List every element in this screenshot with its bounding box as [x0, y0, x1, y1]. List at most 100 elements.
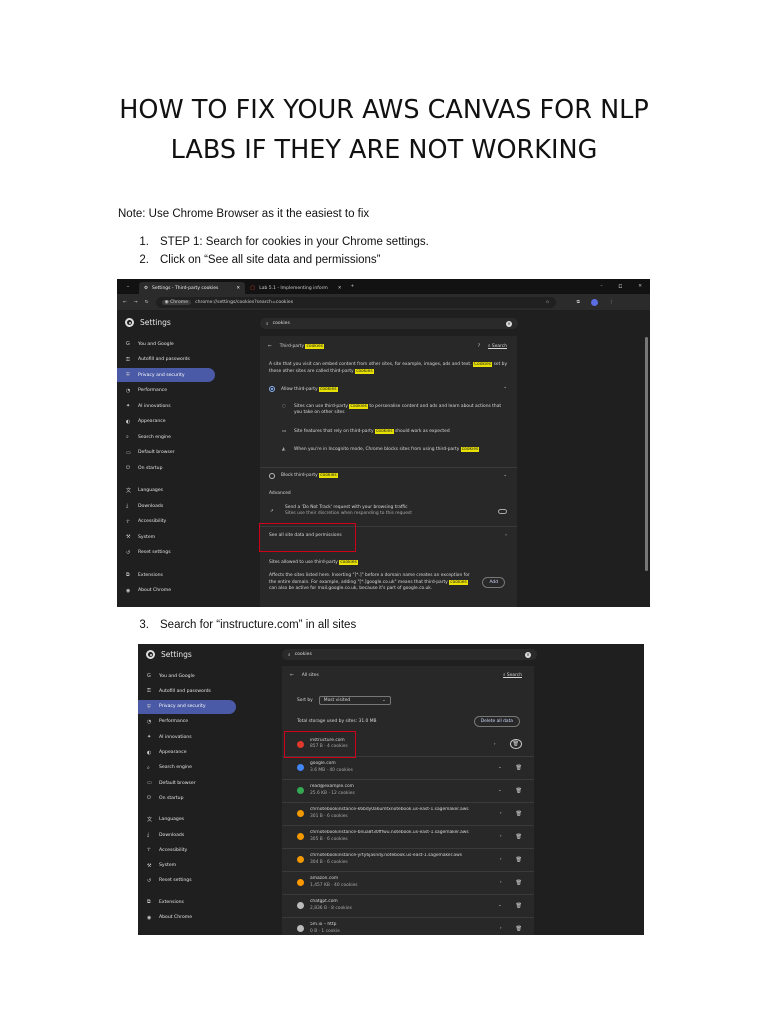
- delete-site-icon[interactable]: 🗑: [516, 788, 522, 794]
- site-row[interactable]: chrnotebookinstance-yrty6jasndy.notebook…: [282, 848, 534, 870]
- new-tab-icon[interactable]: +: [351, 284, 355, 289]
- sidebar-item-system[interactable]: ⚒ System: [117, 530, 155, 544]
- extensions-icon[interactable]: ⧉: [577, 299, 580, 305]
- delete-site-icon[interactable]: 🗑: [516, 857, 522, 863]
- tab-settings[interactable]: ⚙ Settings - Third-party cookies ✕: [139, 282, 246, 294]
- back-arrow-icon[interactable]: ←: [290, 673, 294, 678]
- close-icon[interactable]: ✕: [338, 286, 342, 291]
- minimize-icon[interactable]: –: [600, 284, 602, 289]
- sidebar-item-you-and-google[interactable]: G You and Google: [117, 337, 174, 351]
- delete-all-data-button[interactable]: Delete all data: [473, 715, 520, 727]
- sidebar-item-about-chrome[interactable]: ◉ About Chrome: [138, 911, 192, 925]
- sidebar-item-performance[interactable]: ◔ Performance: [117, 384, 167, 398]
- panel-search[interactable]: ⌕ Search: [503, 672, 522, 678]
- delete-site-icon[interactable]: 🗑: [516, 834, 522, 840]
- delete-site-icon[interactable]: 🗑: [516, 880, 522, 886]
- address-bar[interactable]: ◉ Chrome chrome://settings/cookies?searc…: [155, 296, 556, 308]
- do-not-track-row[interactable]: ↗ Send a 'Do Not Track' request with you…: [260, 502, 517, 520]
- sidebar-item-you-and-google[interactable]: G You and Google: [138, 669, 195, 683]
- delete-site-icon[interactable]: 🗑: [509, 739, 522, 749]
- sidebar-item-system[interactable]: ⚒ System: [138, 859, 176, 873]
- sidebar-item-extensions[interactable]: ⧉ Extensions: [138, 895, 184, 909]
- site-row[interactable]: chatgpt.com 2,836 B · 8 cookies ⌄ 🗑: [282, 894, 534, 916]
- chevron-right-icon[interactable]: ›: [500, 811, 502, 816]
- sidebar-item-on-startup[interactable]: ⏻ On startup: [138, 791, 184, 805]
- sidebar-item-appearance[interactable]: ◐ Appearance: [117, 415, 166, 429]
- sidebar-item-downloads[interactable]: ⤓ Downloads: [117, 499, 163, 513]
- delete-site-icon[interactable]: 🗑: [516, 811, 522, 817]
- block-option[interactable]: Block third-party cookies ⌄: [260, 467, 517, 483]
- back-icon[interactable]: ←: [123, 300, 127, 305]
- panel-title: All sites: [301, 672, 319, 678]
- chevron-right-icon[interactable]: ›: [494, 742, 496, 747]
- clear-search-icon[interactable]: ✕: [506, 320, 512, 327]
- tab-menu-icon[interactable]: ⌄: [117, 284, 139, 289]
- chevron-down-icon[interactable]: ⌄: [498, 903, 502, 908]
- chevron-right-icon[interactable]: ›: [500, 857, 502, 862]
- avatar[interactable]: [590, 298, 598, 306]
- chevron-up-icon[interactable]: ⌃: [503, 387, 507, 392]
- delete-site-icon[interactable]: 🗑: [516, 926, 522, 932]
- sidebar-item-performance[interactable]: ◔ Performance: [138, 715, 188, 729]
- sidebar-item-on-startup[interactable]: ⏻ On startup: [117, 461, 163, 475]
- sidebar-item-privacy-and-security[interactable]: ⛨ Privacy and security: [117, 368, 215, 382]
- search-input[interactable]: cookies: [295, 652, 312, 657]
- sidebar-item-privacy-and-security[interactable]: ⛨ Privacy and security: [138, 699, 236, 714]
- back-arrow-icon[interactable]: ←: [268, 344, 272, 349]
- chevron-down-icon[interactable]: ⌄: [503, 473, 507, 478]
- sidebar-item-accessibility[interactable]: ☥ Accessibility: [138, 843, 187, 857]
- sidebar-item-reset-settings[interactable]: ↺ Reset settings: [138, 874, 192, 888]
- maximize-icon[interactable]: ⧠: [619, 284, 623, 290]
- sidebar-item-reset-settings[interactable]: ↺ Reset settings: [117, 546, 171, 560]
- allow-option[interactable]: Allow third-party cookies ⌃: [260, 384, 517, 394]
- clear-search-icon[interactable]: ✕: [525, 651, 531, 658]
- sidebar-item-ai-innovations[interactable]: ✦ AI innovations: [117, 399, 171, 413]
- scrollbar[interactable]: [645, 337, 648, 571]
- sidebar-item-default-browser[interactable]: ▭ Default browser: [138, 776, 196, 790]
- chevron-right-icon[interactable]: ›: [500, 834, 502, 839]
- forward-icon[interactable]: →: [134, 300, 138, 305]
- delete-site-icon[interactable]: 🗑: [516, 903, 522, 909]
- sidebar-item-autofill-and-passwords[interactable]: ⚿ Autofill and passwords: [138, 684, 211, 698]
- sidebar-item-languages[interactable]: 文 Languages: [138, 813, 184, 827]
- radio-allow[interactable]: [269, 386, 275, 392]
- chevron-down-icon[interactable]: ⌄: [498, 788, 502, 793]
- sidebar-item-accessibility[interactable]: ☥ Accessibility: [117, 515, 166, 529]
- do-not-track-toggle[interactable]: [498, 508, 507, 514]
- sidebar-item-about-chrome[interactable]: ◉ About Chrome: [117, 584, 171, 598]
- settings-search[interactable]: ⌕ cookies ✕: [282, 649, 537, 660]
- close-icon[interactable]: ✕: [236, 286, 240, 291]
- bookmark-star-icon[interactable]: ☆: [545, 300, 549, 305]
- sidebar-item-downloads[interactable]: ⤓ Downloads: [138, 828, 184, 842]
- sidebar-item-ai-innovations[interactable]: ✦ AI innovations: [138, 730, 192, 744]
- add-site-button[interactable]: Add: [482, 577, 505, 588]
- chevron-down-icon[interactable]: ⌄: [498, 765, 502, 770]
- site-row[interactable]: chrnotebookinstance-k6bdy0a6umtxnotebook…: [282, 802, 534, 824]
- delete-site-icon[interactable]: 🗑: [516, 765, 522, 771]
- site-row[interactable]: chrnotebookinstance-bnua8f30fffwu.notebo…: [282, 825, 534, 847]
- chevron-right-icon[interactable]: ›: [500, 926, 502, 931]
- sidebar-item-search-engine[interactable]: ⌕ Search engine: [138, 761, 192, 775]
- sidebar-item-languages[interactable]: 文 Languages: [117, 484, 163, 498]
- site-row[interactable]: google.com 3.6 MB · 40 cookies ⌄ 🗑: [282, 756, 534, 778]
- search-input[interactable]: cookies: [273, 321, 290, 326]
- sort-select[interactable]: Most visited ⌄: [318, 695, 391, 705]
- more-menu-icon[interactable]: ⋮: [609, 300, 614, 305]
- tab-lab[interactable]: ◯ Lab 5.1 - Implementing inform ✕: [245, 282, 346, 294]
- sidebar-item-autofill-and-passwords[interactable]: ⚿ Autofill and passwords: [117, 353, 190, 367]
- site-row[interactable]: amazon.com 1,457 KB · 40 cookies › 🗑: [282, 871, 534, 893]
- settings-search[interactable]: ⌕ cookies ✕: [260, 318, 518, 329]
- chevron-right-icon[interactable]: ›: [500, 880, 502, 885]
- sidebar-item-extensions[interactable]: ⧉ Extensions: [117, 568, 163, 582]
- radio-block[interactable]: [269, 472, 275, 479]
- sidebar-item-search-engine[interactable]: ⌕ Search engine: [117, 430, 171, 444]
- sidebar-item-default-browser[interactable]: ▭ Default browser: [117, 446, 175, 460]
- site-row[interactable]: read@example.com 25.6 KB · 12 cookies ⌄ 🗑: [282, 779, 534, 801]
- window-close-icon[interactable]: ✕: [638, 284, 642, 289]
- panel-search[interactable]: ⌕ Search: [488, 343, 507, 349]
- site-info: chatgpt.com 2,836 B · 8 cookies: [310, 899, 480, 912]
- sidebar-item-appearance[interactable]: ◐ Appearance: [138, 746, 187, 760]
- reload-icon[interactable]: ↻: [145, 300, 149, 305]
- help-icon[interactable]: ?: [478, 344, 480, 349]
- site-row[interactable]: 5m.io – http 0 B · 1 cookie › 🗑: [282, 917, 534, 935]
